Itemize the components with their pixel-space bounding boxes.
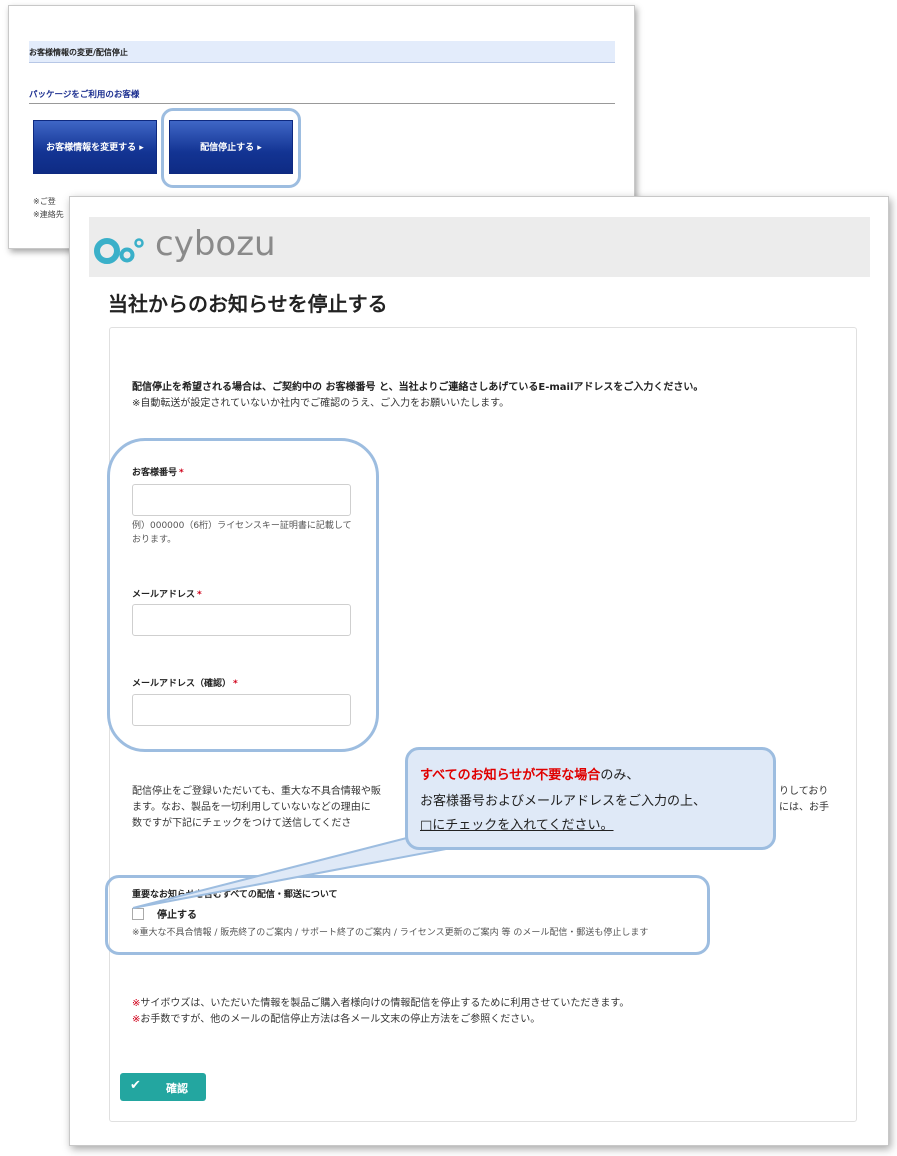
callout-line-2: お客様番号およびメールアドレスをご入力の上、	[420, 794, 707, 809]
annotation-callout: すべてのお知らせが不要な場合のみ、 お客様番号およびメールアドレスをご入力の上、…	[405, 747, 776, 850]
callout-pointer	[132, 830, 466, 909]
callout-line-1: すべてのお知らせが不要な場合のみ、	[420, 768, 640, 783]
callout-line-3: □にチェックを入れてください。	[420, 818, 614, 833]
